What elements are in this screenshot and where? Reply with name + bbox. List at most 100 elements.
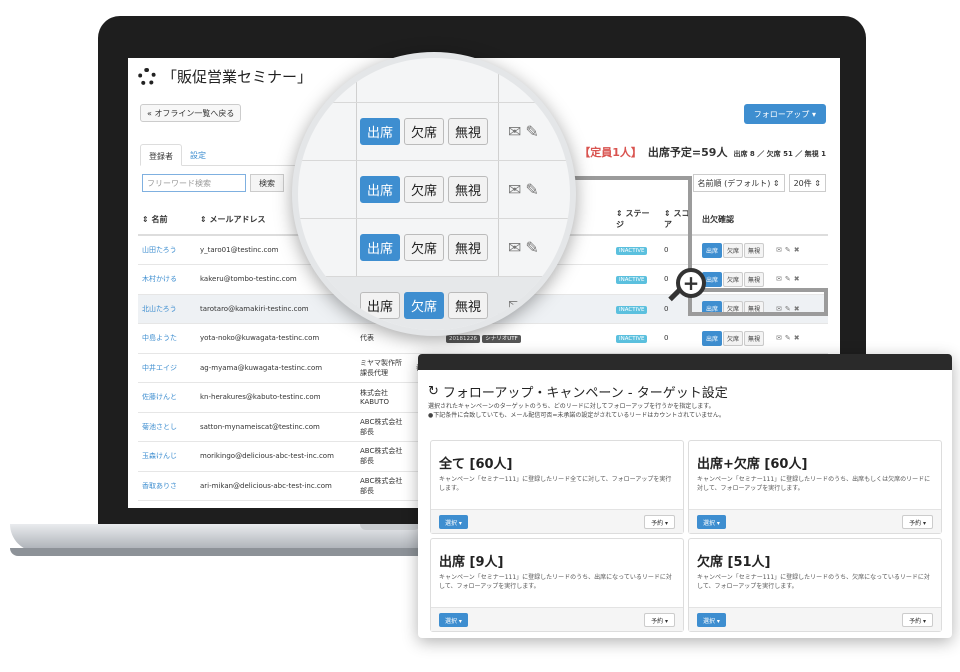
- name-cell: 中井エイジ: [138, 352, 196, 383]
- planned-count: 出席予定=59人: [647, 146, 728, 159]
- select-button[interactable]: 選択 ▾: [697, 613, 726, 627]
- promo-stage: 「販促営業セミナー」 « オフライン一覧へ戻る フォローアップ ▾ 登録者 設定…: [0, 0, 960, 672]
- name-cell: 玉森けんじ: [138, 441, 196, 471]
- magnifier-action-icons: ✉ ✎: [508, 238, 539, 257]
- company-cell: 株式会社 KABUTO: [356, 382, 412, 412]
- attendance-stats: 【定員1人】 出席予定=59人 出席 8 ／ 欠席 51 ／ 無視 1: [579, 144, 826, 160]
- reserve-button[interactable]: 予約 ▾: [644, 515, 675, 529]
- lead-name-link[interactable]: 菊池さとし: [142, 423, 177, 431]
- modal-title: ↻ フォローアップ・キャンペーン - ターゲット設定: [428, 382, 728, 401]
- attendance-breakdown: 出席 8 ／ 欠席 51 ／ 無視 1: [733, 150, 826, 158]
- page-title: 「販促営業セミナー」: [162, 68, 313, 86]
- col-name[interactable]: ⇕ 名前: [138, 204, 196, 236]
- select-button[interactable]: 選択 ▾: [439, 613, 468, 627]
- lead-name-link[interactable]: 中島ようた: [142, 334, 177, 342]
- absent-button[interactable]: 欠席: [723, 242, 744, 258]
- lead-name-link[interactable]: 香取ありさ: [142, 482, 177, 490]
- lead-name-link[interactable]: 北山たろう: [142, 305, 177, 313]
- edit-icon[interactable]: ✎: [785, 246, 791, 254]
- mail-icon[interactable]: ✉: [776, 246, 782, 254]
- magnified-absent-button[interactable]: 欠席: [404, 292, 445, 319]
- magnified-attend-button[interactable]: 出席: [360, 176, 401, 203]
- magnified-attend-button[interactable]: 出席: [360, 234, 401, 261]
- company-role: 部長: [360, 427, 374, 436]
- target-card: 出席 [9人] キャンペーン「セミナー111」に登録したリードのうち、出席になって…: [430, 538, 684, 632]
- lead-name-link[interactable]: 中井エイジ: [142, 364, 177, 372]
- absent-button[interactable]: 欠席: [723, 271, 744, 287]
- magnified-absent-button[interactable]: 欠席: [404, 234, 445, 261]
- company-name: 株式会社: [360, 389, 388, 398]
- laptop-notch: [360, 524, 420, 530]
- modal-desc-line1: 選択されたキャンペーンのターゲットのうち、どのリードに対してフォローアップを行う…: [428, 403, 715, 410]
- name-cell: 稲葉おかやま: [138, 500, 196, 508]
- follow-up-button[interactable]: フォローアップ ▾: [743, 104, 826, 124]
- reserve-button[interactable]: 予約 ▾: [902, 515, 933, 529]
- lead-name-link[interactable]: 山田たろう: [142, 246, 177, 254]
- lead-name-link[interactable]: 佐藤けんと: [142, 393, 177, 401]
- modal-title-text: フォローアップ・キャンペーン - ターゲット設定: [442, 386, 728, 401]
- stage-badge: INACTIVE: [616, 335, 648, 344]
- magnified-attend-button[interactable]: 出席: [360, 118, 401, 145]
- search-input[interactable]: フリーワード検索: [142, 174, 246, 192]
- delete-icon[interactable]: ✖: [794, 246, 800, 254]
- page-header: 「販促営業セミナー」: [138, 66, 312, 87]
- attend-button[interactable]: 出席: [702, 330, 723, 346]
- lead-name-link[interactable]: 玉森けんじ: [142, 452, 177, 460]
- reserve-button[interactable]: 予約 ▾: [644, 613, 675, 627]
- per-page-select[interactable]: 20件 ⇕: [788, 174, 826, 192]
- stage-badge: INACTIVE: [616, 305, 648, 314]
- edit-icon[interactable]: ✎: [525, 122, 538, 141]
- mail-icon[interactable]: ✉: [776, 334, 782, 342]
- actions-cell: ✉ ✎ ✖: [772, 323, 828, 353]
- magnified-ignore-button[interactable]: 無視: [448, 118, 489, 145]
- magnified-absent-button[interactable]: 欠席: [404, 118, 445, 145]
- ignore-button[interactable]: 無視: [744, 330, 765, 346]
- edit-icon[interactable]: ✎: [525, 238, 538, 257]
- ignore-button[interactable]: 無視: [744, 271, 765, 287]
- email-cell: k-ichigo@delicious-abc-test-inc.com: [196, 500, 356, 508]
- magnified-ignore-button[interactable]: 無視: [448, 292, 489, 319]
- magnified-attend-button[interactable]: 出席: [360, 292, 401, 319]
- company-name: ミヤマ製作所: [360, 358, 402, 367]
- col-score[interactable]: ⇕ スコア: [660, 204, 698, 236]
- stage-badge: INACTIVE: [616, 276, 648, 285]
- target-card: 全て [60人] キャンペーン「セミナー111」に登録したリード全てに対して、フォ…: [430, 440, 684, 534]
- sort-select[interactable]: 名前順 (デフォルト) ⇕: [692, 174, 785, 192]
- mail-icon[interactable]: ✉: [508, 296, 521, 315]
- edit-icon[interactable]: ✎: [785, 275, 791, 283]
- tab-settings[interactable]: 設定: [182, 144, 214, 165]
- attend-button[interactable]: 出席: [702, 242, 723, 258]
- lead-name-link[interactable]: 木村かける: [142, 275, 177, 283]
- col-stage[interactable]: ⇕ ステージ: [612, 204, 660, 236]
- edit-icon[interactable]: ✎: [785, 334, 791, 342]
- target-card-footer: 選択 ▾ 予約 ▾: [431, 607, 683, 631]
- scenario-tag: シナリオUTF: [482, 335, 521, 344]
- modal-desc-line2: ●下記条件に合致していても、メール配信可否=未承諾の設定がされているリードはカウ…: [428, 412, 725, 419]
- delete-icon[interactable]: ✖: [794, 275, 800, 283]
- tab-registrants[interactable]: 登録者: [140, 144, 182, 166]
- mail-icon[interactable]: ✉: [508, 122, 521, 141]
- ignore-button[interactable]: 無視: [744, 242, 765, 258]
- back-to-list-button[interactable]: « オフライン一覧へ戻る: [140, 104, 242, 122]
- target-card: 出席+欠席 [60人] キャンペーン「セミナー111」に登録したリードのうち、出席…: [688, 440, 942, 534]
- absent-button[interactable]: 欠席: [723, 330, 744, 346]
- magnifier-row: 出席 欠席 無視 ✉ ✎: [298, 160, 570, 218]
- mail-icon[interactable]: ✉: [776, 275, 782, 283]
- magnifier-attendance-buttons: 出席 欠席 無視: [360, 234, 489, 261]
- mail-icon[interactable]: ✉: [508, 238, 521, 257]
- mail-icon[interactable]: ✉: [508, 180, 521, 199]
- select-button[interactable]: 選択 ▾: [439, 515, 468, 529]
- target-card-desc: キャンペーン「セミナー111」に登録したリードのうち、欠席になっているリードに対…: [697, 574, 930, 590]
- select-button[interactable]: 選択 ▾: [697, 515, 726, 529]
- magnified-ignore-button[interactable]: 無視: [448, 234, 489, 261]
- magnified-absent-button[interactable]: 欠席: [404, 176, 445, 203]
- zoom-in-icon: +: [676, 268, 706, 298]
- company-role: 課長代理: [360, 368, 388, 377]
- edit-icon[interactable]: ✎: [525, 180, 538, 199]
- magnified-ignore-button[interactable]: 無視: [448, 176, 489, 203]
- delete-icon[interactable]: ✖: [794, 334, 800, 342]
- search-button[interactable]: 検索: [250, 174, 284, 192]
- name-cell: 山田たろう: [138, 234, 196, 265]
- col-attendance: 出欠確認: [698, 204, 772, 236]
- reserve-button[interactable]: 予約 ▾: [902, 613, 933, 627]
